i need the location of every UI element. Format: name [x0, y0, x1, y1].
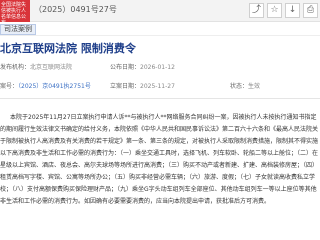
download-icon[interactable]: ↓: [285, 3, 300, 18]
page-title: 北京互联网法院 限制消费令: [0, 42, 136, 55]
document-body: 本院于2025年11月27日立案执行申请人诉**与被执行人**网络服务合同纠纷一…: [0, 112, 320, 240]
meta-filing-date-value: 2025-11-27: [140, 83, 175, 90]
meta-status-value: 生效: [248, 83, 261, 90]
meta-case-number: 案号：（2025）京0491执2751号: [0, 83, 91, 90]
body-paragraph: 本院于2025年11月27日立案执行申请人诉**与被执行人**网络服务合同纠纷一…: [0, 114, 319, 205]
case-number-link[interactable]: （2025）京0491执2751号: [18, 83, 91, 90]
top-toolbar: 全国法院失信被执行人名单信息公布 （2025）0491号27号 ⤴ ☆ ↓ ⎙: [0, 0, 320, 22]
document-number: （2025）0491号27号: [34, 5, 117, 14]
meta-filing-date: 立案日期：2025-11-27: [110, 83, 175, 90]
divider: [0, 98, 320, 99]
meta-pubdate: 公布日期：2026-01-12: [110, 64, 175, 71]
print-icon[interactable]: ⎙: [303, 3, 318, 18]
star-icon[interactable]: ☆: [267, 3, 282, 18]
notice-badge: 全国法院失信被执行人名单信息公布: [0, 0, 30, 22]
meta-publisher: 发布机构：北京互联网法院: [0, 64, 73, 71]
toolbar-actions: ⤴ ☆ ↓ ⎙: [249, 3, 318, 18]
meta-pubdate-value: 2026-01-12: [140, 64, 175, 71]
meta-status: 状态：生效: [230, 83, 261, 90]
share-icon[interactable]: ⤴: [249, 3, 264, 18]
meta-publisher-value: 北京互联网法院: [30, 64, 73, 71]
breadcrumb: 司法案例: [0, 22, 320, 36]
category-tag[interactable]: 司法案例: [0, 24, 36, 35]
